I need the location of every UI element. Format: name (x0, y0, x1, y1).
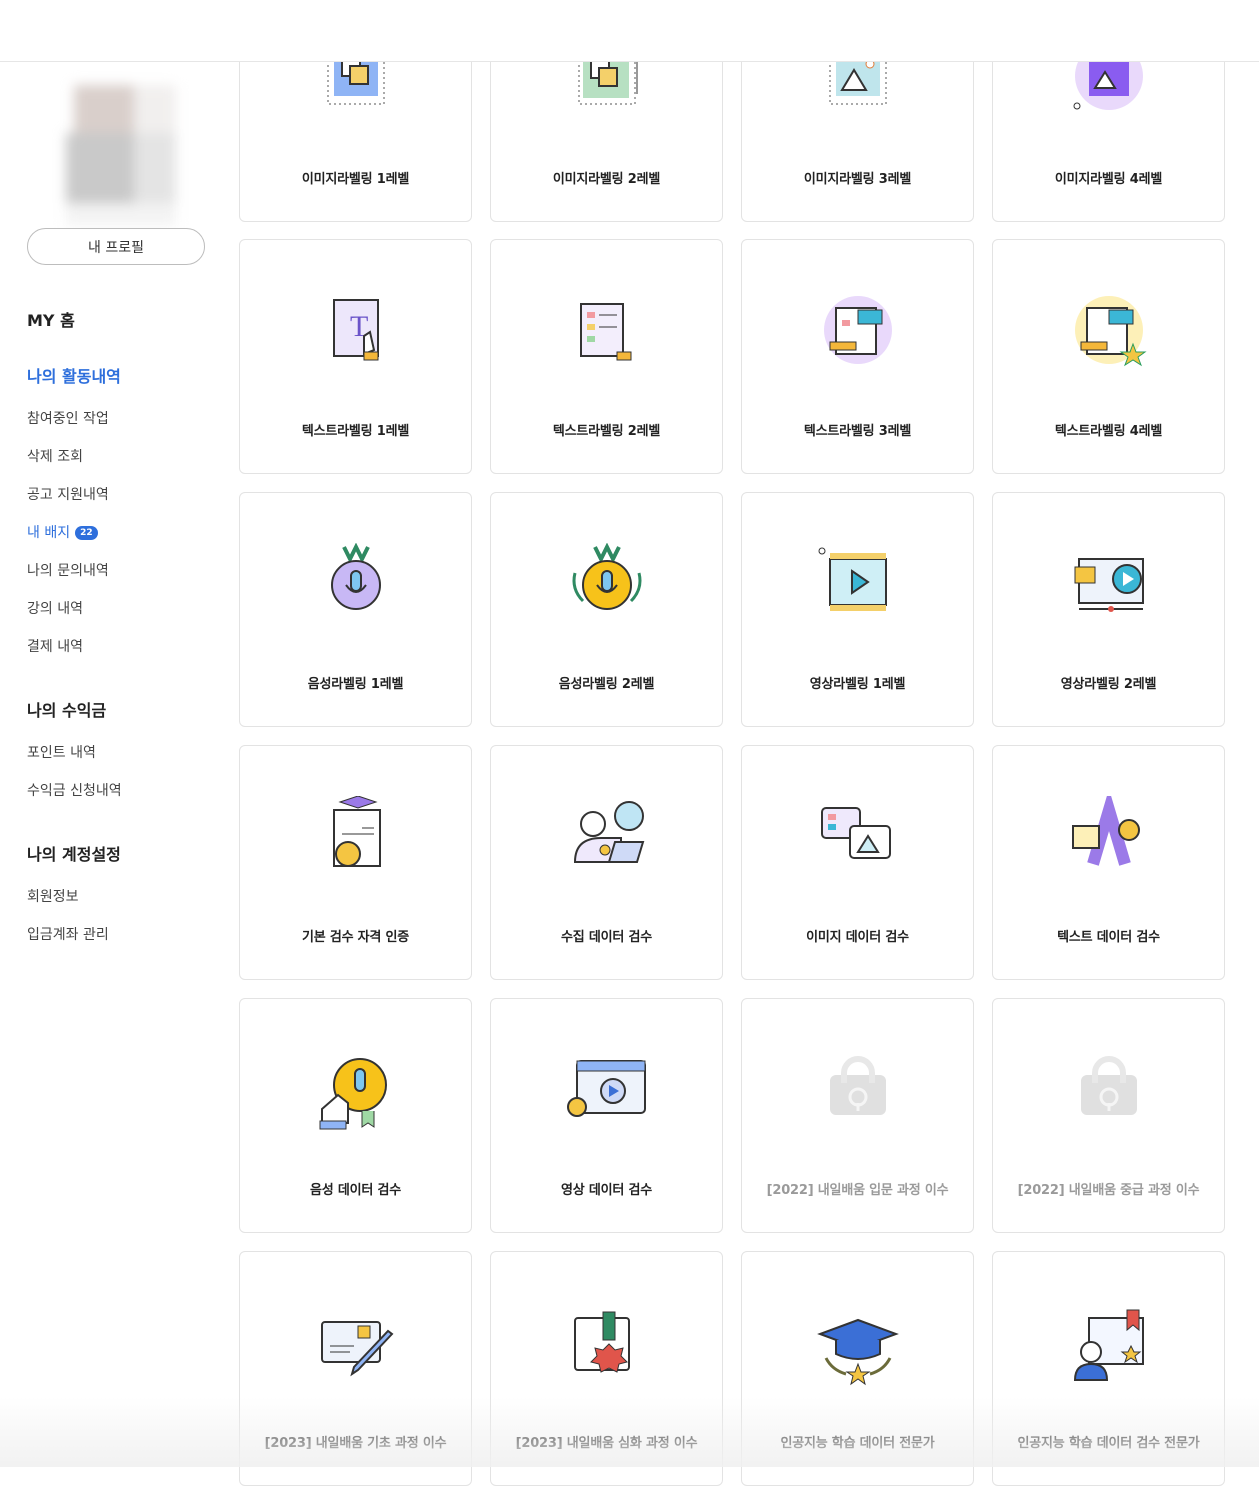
collect-inspect-icon (491, 791, 722, 891)
badge-label: 인공지능 학습 데이터 검수 전문가 (1017, 1436, 1200, 1451)
video-labeling-1-icon (742, 538, 973, 638)
nav-item-applications[interactable]: 공고 지원내역 (27, 484, 109, 504)
badge-label: 텍스트라벨링 3레벨 (803, 424, 912, 439)
voice-labeling-1-icon (240, 538, 471, 638)
text-labeling-3-icon (742, 285, 973, 385)
nav-heading-earnings[interactable]: 나의 수익금 (27, 697, 106, 721)
video-labeling-2-icon (993, 538, 1224, 638)
text-labeling-4-icon (993, 285, 1224, 385)
badge-card[interactable]: 영상라벨링 2레벨 (992, 492, 1225, 727)
nav-item-payments[interactable]: 결제 내역 (27, 636, 83, 656)
nav-item-my-badges[interactable]: 내 배지 22 (27, 522, 98, 542)
nav-item-my-badges-label: 내 배지 (27, 525, 71, 541)
badge-card[interactable]: 텍스트라벨링 3레벨 (741, 239, 974, 474)
badge-label: 수집 데이터 검수 (561, 930, 652, 945)
nav-item-bank-account[interactable]: 입금계좌 관리 (27, 924, 109, 944)
graduation-cap-icon (742, 1297, 973, 1397)
badge-label: 음성 데이터 검수 (310, 1183, 401, 1198)
badge-card[interactable]: 텍스트라벨링 4레벨 (992, 239, 1225, 474)
nav-item-member-info[interactable]: 회원정보 (27, 886, 79, 906)
badge-label: 영상라벨링 1레벨 (809, 677, 906, 692)
badge-grid: 이미지라벨링 1레벨 이미지라벨링 2레벨 이미지라벨링 3레벨 이미지라벨링 4레벨… (239, 0, 1229, 1486)
badge-label: [2023] 내일배움 기초 과정 이수 (264, 1436, 447, 1451)
badge-label: 이미지라벨링 4레벨 (1054, 172, 1163, 187)
my-profile-button[interactable]: 내 프로필 (27, 228, 205, 265)
nav-item-withdraw-requests[interactable]: 수익금 신청내역 (27, 780, 122, 800)
badge-label: 영상 데이터 검수 (561, 1183, 652, 1198)
badge-label: 이미지 데이터 검수 (806, 930, 909, 945)
badge-card[interactable]: 이미지 데이터 검수 (741, 745, 974, 980)
image-inspect-icon (742, 791, 973, 891)
badge-card[interactable]: 영상 데이터 검수 (490, 998, 723, 1233)
text-labeling-2-icon (491, 285, 722, 385)
badge-label: 이미지라벨링 1레벨 (301, 172, 410, 187)
badge-card[interactable]: 텍스트 데이터 검수 (992, 745, 1225, 980)
badge-card[interactable]: 음성라벨링 1레벨 (239, 492, 472, 727)
nav-item-delete-lookup[interactable]: 삭제 조회 (27, 446, 83, 466)
nav-heading-activity[interactable]: 나의 활동내역 (27, 363, 121, 387)
badge-label: [2022] 내일배움 입문 과정 이수 (766, 1183, 949, 1198)
video-inspect-icon (491, 1044, 722, 1144)
badge-label: 인공지능 학습 데이터 전문가 (780, 1436, 935, 1451)
badge-label: 이미지라벨링 3레벨 (803, 172, 912, 187)
badge-card[interactable]: [2023] 내일배움 기초 과정 이수 (239, 1251, 472, 1486)
certificate-medal-icon (491, 1297, 722, 1397)
nav-item-inquiries[interactable]: 나의 문의내역 (27, 560, 109, 580)
badge-card[interactable]: 수집 데이터 검수 (490, 745, 723, 980)
certificate-pencil-icon (240, 1297, 471, 1397)
badge-label: 영상라벨링 2레벨 (1060, 677, 1157, 692)
badge-count: 22 (75, 526, 98, 540)
badge-label: 텍스트라벨링 2레벨 (552, 424, 661, 439)
badge-card[interactable]: 인공지능 학습 데이터 검수 전문가 (992, 1251, 1225, 1486)
badge-card[interactable]: [2022] 내일배움 입문 과정 이수 (741, 998, 974, 1233)
badge-card[interactable]: 음성라벨링 2레벨 (490, 492, 723, 727)
badge-label: [2022] 내일배움 중급 과정 이수 (1017, 1183, 1200, 1198)
badge-label: 음성라벨링 1레벨 (307, 677, 404, 692)
text-inspect-icon (993, 791, 1224, 891)
badge-card[interactable]: [2022] 내일배움 중급 과정 이수 (992, 998, 1225, 1233)
lock-icon (993, 1044, 1224, 1144)
badge-card[interactable]: 인공지능 학습 데이터 전문가 (741, 1251, 974, 1486)
nav-heading-account[interactable]: 나의 계정설정 (27, 841, 121, 865)
badge-card[interactable]: T 텍스트라벨링 1레벨 (239, 239, 472, 474)
badge-label: 기본 검수 자격 인증 (301, 930, 410, 945)
nav-my-home[interactable]: MY 홈 (27, 307, 75, 331)
badge-card[interactable]: 기본 검수 자격 인증 (239, 745, 472, 980)
nav-item-points[interactable]: 포인트 내역 (27, 742, 96, 762)
badge-label: 텍스트라벨링 4레벨 (1054, 424, 1163, 439)
voice-labeling-2-icon (491, 538, 722, 638)
top-header (0, 0, 1259, 62)
avatar (66, 85, 176, 225)
sidebar: 내 프로필 MY 홈 나의 활동내역 참여중인 작업 삭제 조회 공고 지원내역… (0, 61, 230, 1467)
certificate-icon (240, 791, 471, 891)
badge-label: 텍스트라벨링 1레벨 (301, 424, 410, 439)
text-labeling-1-icon: T (240, 285, 471, 385)
badge-card[interactable]: 음성 데이터 검수 (239, 998, 472, 1233)
nav-item-in-progress[interactable]: 참여중인 작업 (27, 408, 109, 428)
badge-card[interactable]: 영상라벨링 1레벨 (741, 492, 974, 727)
nav-item-lectures[interactable]: 강의 내역 (27, 598, 83, 618)
badge-label: [2023] 내일배움 심화 과정 이수 (515, 1436, 698, 1451)
badge-label: 이미지라벨링 2레벨 (552, 172, 661, 187)
badge-label: 음성라벨링 2레벨 (558, 677, 655, 692)
lock-icon (742, 1044, 973, 1144)
voice-inspect-icon (240, 1044, 471, 1144)
expert-inspector-icon (993, 1297, 1224, 1397)
badge-card[interactable]: 텍스트라벨링 2레벨 (490, 239, 723, 474)
badge-label: 텍스트 데이터 검수 (1057, 930, 1160, 945)
badge-card[interactable]: [2023] 내일배움 심화 과정 이수 (490, 1251, 723, 1486)
